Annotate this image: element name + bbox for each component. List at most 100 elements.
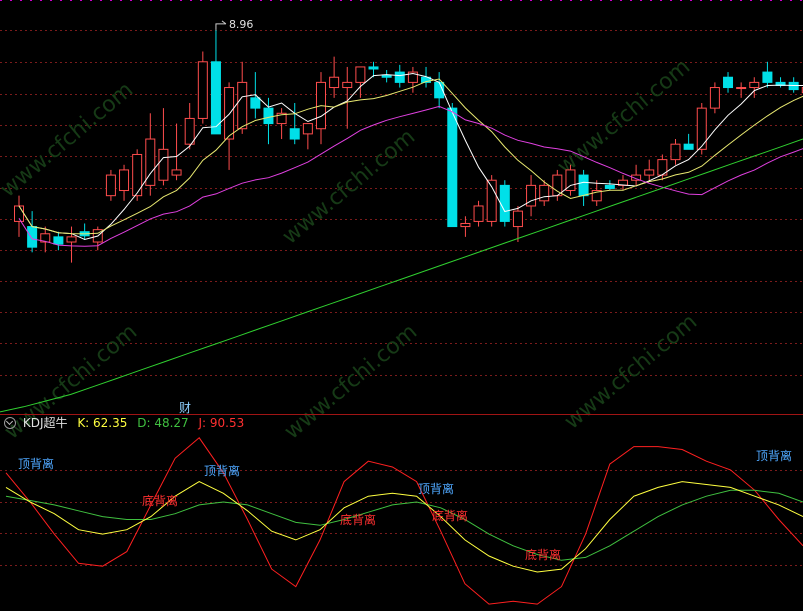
candle [290, 103, 299, 144]
bottom-divergence-label: 底背离 [142, 493, 178, 508]
candle [172, 124, 181, 181]
candle-body-up [330, 77, 339, 87]
candle [422, 67, 431, 88]
candle-body-down [290, 129, 299, 139]
candle-body-down [28, 227, 37, 248]
stock-chart-window: www.cfchi.com www.cfchi.com www.cfchi.co… [0, 0, 803, 607]
candle-body-up [225, 88, 234, 139]
kdj-d-line [6, 490, 803, 560]
candle-body-down [579, 175, 588, 196]
candle [356, 67, 365, 98]
candle [579, 170, 588, 206]
watermark: www.cfchi.com [278, 124, 420, 249]
candle-body-up [185, 118, 194, 144]
candle [724, 72, 733, 93]
top-divergence-label: 顶背离 [18, 456, 54, 471]
candle [93, 227, 102, 251]
chart-canvas: www.cfchi.com www.cfchi.com www.cfchi.co… [0, 0, 803, 607]
candle [382, 70, 391, 82]
candle [67, 227, 76, 263]
high-price-label: 8.96 [229, 18, 254, 31]
moving-average-lines [0, 74, 803, 412]
candle-body-down [211, 62, 220, 134]
watermark: www.cfchi.com [0, 77, 138, 202]
kdj-lines [6, 438, 803, 604]
candle-body-up [120, 170, 129, 191]
candle-body-up [737, 88, 746, 89]
candle [277, 108, 286, 139]
candle-body-up [238, 82, 247, 128]
candle [500, 180, 509, 226]
candle [448, 103, 457, 227]
candle-body-up [303, 124, 312, 134]
candle-body-down [500, 185, 509, 221]
candle [106, 170, 115, 201]
bottom-divergence-label: 底背离 [432, 508, 468, 523]
candle-body-down [382, 75, 391, 77]
candle [645, 160, 654, 181]
indicator-header: KDJ超牛 K: 62.35 D: 48.27 J: 90.53 [0, 414, 244, 432]
candle [671, 139, 680, 165]
candle-body-up [172, 170, 181, 175]
circle-chevron-icon[interactable] [4, 417, 16, 429]
candle-body-up [513, 211, 522, 226]
candle-body-down [724, 77, 733, 87]
bottom-divergence-label: 底背离 [525, 547, 561, 562]
candle-body-down [264, 108, 273, 123]
candle [28, 211, 37, 252]
candle [303, 124, 312, 150]
top-divergence-label: 顶背离 [418, 481, 454, 496]
top-divergence-label: 顶背离 [204, 463, 240, 478]
candle-body-up [106, 175, 115, 196]
high-price-leader [216, 21, 226, 30]
high-price-marker: 8.96 [216, 18, 254, 31]
candle-body-up [343, 82, 352, 87]
candle [211, 30, 220, 134]
watermark: www.cfchi.com [553, 54, 695, 179]
candle [316, 72, 325, 144]
candle [776, 77, 785, 87]
candle-body-down [684, 144, 693, 149]
candle [159, 108, 168, 185]
candle [737, 82, 746, 97]
kdj-j-line [6, 438, 803, 604]
candle [198, 51, 207, 123]
candle [408, 67, 417, 93]
candle [41, 227, 50, 253]
candle-body-up [133, 154, 142, 195]
candle-body-up [645, 170, 654, 175]
indicator-name: KDJ超牛 [23, 416, 68, 430]
watermark: www.cfchi.com [280, 319, 422, 444]
candle [474, 201, 483, 227]
j-value: J: 90.53 [199, 416, 245, 430]
candle [54, 232, 63, 251]
candle [238, 62, 247, 134]
kdj-k-line [6, 482, 803, 572]
candle-body-down [395, 72, 404, 82]
candle [461, 216, 470, 237]
candle [710, 82, 719, 113]
candle [632, 165, 641, 186]
candle [395, 65, 404, 88]
candle-body-down [605, 185, 614, 188]
candle-body-up [159, 149, 168, 180]
watermark: www.cfchi.com [560, 309, 702, 434]
candle-body-up [540, 185, 549, 200]
candle-body-down [763, 72, 772, 82]
candle-body-up [671, 144, 680, 159]
candle-body-up [356, 67, 365, 82]
candle-body-up [710, 88, 719, 109]
divergence-labels: 顶背离底背离顶背离底背离顶背离底背离底背离顶背离 [18, 448, 792, 562]
candle [684, 134, 693, 149]
d-value: D: 48.27 [137, 416, 188, 430]
candle-body-up [750, 82, 759, 87]
event-marker[interactable]: 财 [179, 401, 191, 415]
candle [146, 113, 155, 195]
bottom-divergence-label: 底背离 [340, 512, 376, 527]
candle-body-down [369, 67, 378, 69]
candle-body-up [461, 223, 470, 226]
candle-body-up [67, 237, 76, 242]
watermark-group: www.cfchi.com www.cfchi.com www.cfchi.co… [0, 54, 702, 444]
candle [80, 223, 89, 239]
k-value: K: 62.35 [77, 416, 127, 430]
